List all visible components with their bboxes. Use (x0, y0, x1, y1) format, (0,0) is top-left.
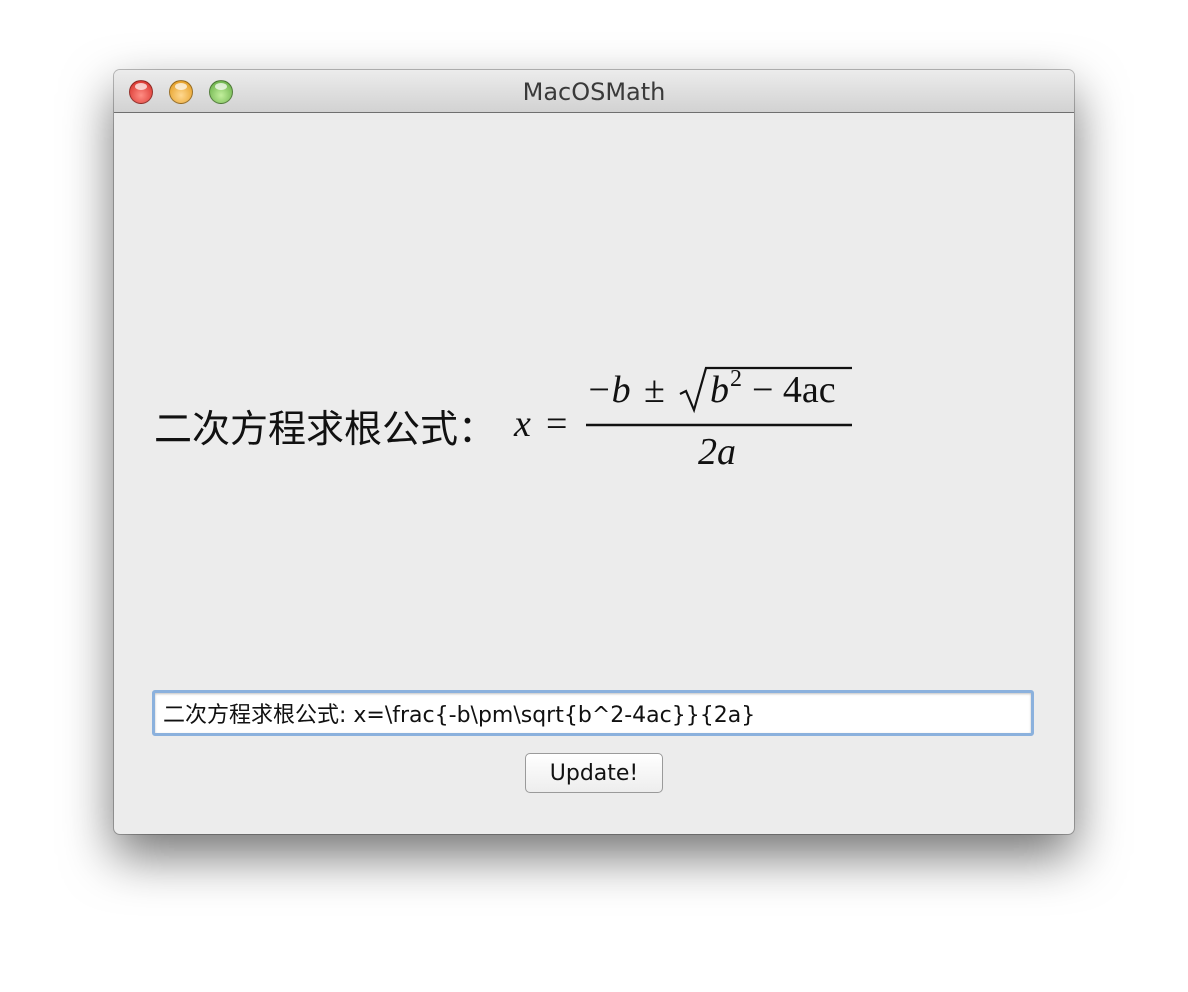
math-negative-b: −b (586, 369, 631, 411)
math-radicand-exponent: 2 (730, 366, 742, 392)
math-radicand-rest: − 4ac (752, 369, 836, 411)
math-denominator: 2a (698, 431, 736, 473)
title-bar[interactable]: MacOSMath (114, 70, 1074, 113)
math-equals-sign: = (546, 403, 567, 445)
zoom-window-button[interactable] (209, 80, 233, 104)
formula-prefix-text: 二次方程求根公式： (154, 407, 497, 451)
math-x-variable: x (513, 403, 531, 445)
minimize-window-button[interactable] (169, 80, 193, 104)
math-radicand-base: b (710, 369, 729, 411)
math-plus-minus: ± (644, 369, 665, 411)
update-button[interactable]: Update! (525, 753, 663, 793)
app-window: MacOSMath 二次方程求根公式： x = −b ± b 2 − 4ac 2… (114, 70, 1074, 834)
rendered-formula: 二次方程求根公式： x = −b ± b 2 − 4ac 2a (154, 360, 914, 480)
window-title: MacOSMath (522, 78, 666, 106)
close-window-button[interactable] (129, 80, 153, 104)
math-expression: x = −b ± b 2 − 4ac 2a (513, 366, 852, 473)
latex-input-field[interactable] (152, 690, 1034, 736)
